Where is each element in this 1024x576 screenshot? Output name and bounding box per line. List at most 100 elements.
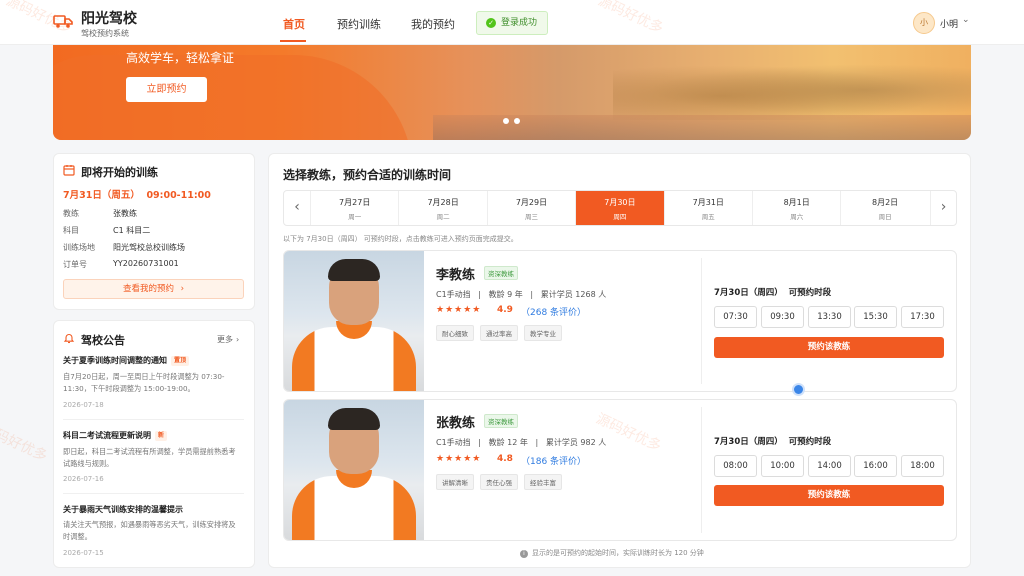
bell-icon — [63, 334, 75, 344]
coach-name[interactable]: 张教练 — [436, 412, 475, 431]
brand-title: 阳光驾校 — [81, 11, 137, 27]
value-order-no: YY20260731001 — [113, 259, 179, 268]
avatar[interactable]: 小 — [913, 12, 935, 34]
footer-note-text: 显示的是可预约的起始时间，实际训练时长为 120 分钟 — [532, 549, 704, 557]
info-icon: i — [520, 550, 528, 558]
announcement-title-text: 关于夏季训练时间调整的通知 — [63, 356, 167, 365]
more-link[interactable]: 更多 › — [217, 334, 239, 345]
time-slot[interactable]: 15:30 — [854, 306, 897, 328]
announcement-title-text: 科目二考试流程更新说明 — [63, 431, 151, 440]
chevron-right-icon[interactable]: › — [930, 191, 956, 225]
senior-coach-tag: 资深教练 — [484, 414, 518, 428]
divider — [63, 493, 244, 494]
coach-meta: C1手动挡 | 教龄 12 年 | 累计学员 982 人 — [436, 438, 607, 447]
date-option[interactable]: 7月27日 周一 — [310, 191, 398, 225]
coach-tag-chip: 耐心细致 — [436, 325, 474, 341]
label-order-no: 订单号 — [63, 260, 87, 269]
toast-text: 登录成功 — [501, 18, 538, 28]
view-my-bookings-button[interactable]: 查看我的预约 › — [63, 279, 244, 299]
announcement-body: 请关注天气预报，如遇暴雨等恶劣天气，训练安排将及时调整。 — [63, 520, 236, 541]
new-badge: 新 — [155, 431, 168, 441]
time-slot[interactable]: 08:00 — [714, 455, 757, 477]
time-slot[interactable]: 07:30 — [714, 306, 757, 328]
label-subject: 科目 — [63, 226, 79, 235]
pinned-badge: 置顶 — [171, 356, 190, 366]
nav-home[interactable]: 首页 — [283, 16, 305, 32]
upcoming-datetime: 7月31日（周五） 09:00-11:00 — [63, 190, 211, 201]
brand-subtitle: 驾校预约系统 — [81, 29, 129, 38]
time-slot[interactable]: 18:00 — [901, 455, 944, 477]
truck-logo-icon — [53, 15, 73, 28]
time-slot[interactable]: 16:00 — [854, 455, 897, 477]
value-coach: 张教练 — [113, 209, 137, 218]
book-coach-button[interactable]: 预约该教练 — [714, 485, 944, 506]
banner-trees-image — [613, 60, 971, 120]
value-venue: 阳光驾校总校训练场 — [113, 243, 185, 252]
date-selector: ‹ 7月27日 周一 7月28日 周二 7月29日 周三 7月30日 周四 7月31日周… — [283, 190, 957, 226]
date-option-selected[interactable]: 7月30日 周四 — [575, 191, 664, 225]
chevron-down-icon[interactable]: ⌄ — [962, 15, 970, 25]
date-option[interactable]: 8月2日 周日 — [840, 191, 928, 225]
star-rating-icon: ★★★★★ — [436, 454, 482, 464]
carousel-dot-1[interactable] — [503, 118, 509, 124]
star-rating-icon: ★★★★★ — [436, 305, 482, 315]
chevron-right-icon: › — [180, 284, 185, 294]
senior-coach-tag: 资深教练 — [484, 266, 518, 280]
time-slot[interactable]: 14:00 — [808, 455, 851, 477]
chevron-right-icon: › — [236, 335, 240, 344]
announcement-title[interactable]: 关于夏季训练时间调整的通知 置顶 — [63, 355, 190, 366]
slot-title: 7月30日（周四） 可预约时段 — [714, 288, 832, 298]
book-now-button[interactable]: 立即预约 — [126, 77, 207, 102]
time-slot[interactable]: 09:30 — [761, 306, 804, 328]
reviews-link[interactable]: （268 条评价） — [521, 305, 586, 318]
coach-tag-chip: 经验丰富 — [524, 474, 562, 490]
rating-score: 4.9 — [497, 305, 513, 315]
time-slot[interactable]: 17:30 — [901, 306, 944, 328]
coach-tag-chip: 讲解清晰 — [436, 474, 474, 490]
announcement-body: 自7月20日起，周一至周日上午时段调整为 07:30-11:30，下午时段调整为… — [63, 372, 225, 393]
value-subject: C1 科目二 — [113, 226, 151, 235]
divider — [701, 258, 702, 384]
date-option[interactable]: 8月1日 周六 — [752, 191, 840, 225]
announcement-body: 即日起，科目二考试流程有所调整，学员需提前熟悉考试路线与规则。 — [63, 447, 236, 468]
coach-photo — [284, 400, 424, 540]
book-coach-button[interactable]: 预约该教练 — [714, 337, 944, 358]
announcement-title[interactable]: 关于暴雨天气训练安排的温馨提示 — [63, 504, 183, 515]
username[interactable]: 小明 — [940, 17, 958, 30]
coach-meta: C1手动挡 | 教龄 9 年 | 累计学员 1268 人 — [436, 290, 607, 299]
view-my-bookings-label: 查看我的预约 — [122, 284, 174, 294]
coach-tag-chip: 教学专业 — [524, 325, 562, 341]
announcements-title: 驾校公告 — [81, 334, 125, 347]
date-option[interactable]: 7月31日 周五 — [663, 191, 752, 225]
more-label: 更多 — [217, 335, 233, 344]
booking-title: 选择教练，预约合适的训练时间 — [283, 168, 452, 182]
label-coach: 教练 — [63, 209, 79, 218]
label-venue: 训练场地 — [63, 243, 95, 252]
chevron-left-icon[interactable]: ‹ — [284, 191, 310, 225]
carousel-dot-2[interactable] — [514, 118, 520, 124]
time-slot[interactable]: 13:30 — [808, 306, 851, 328]
divider — [63, 419, 244, 420]
time-slot[interactable]: 10:00 — [761, 455, 804, 477]
date-option[interactable]: 7月29日 周三 — [486, 191, 575, 225]
upcoming-title: 即将开始的训练 — [81, 166, 158, 179]
coach-name[interactable]: 李教练 — [436, 264, 475, 283]
top-navbar: 阳光驾校 驾校预约系统 首页 预约训练 我的预约 ✓ 登录成功 小 小明 ⌄ — [0, 0, 1024, 45]
reviews-link[interactable]: （186 条评价） — [521, 454, 586, 467]
banner-slogan: 高效学车，轻松拿证 — [126, 51, 235, 65]
login-success-toast: ✓ 登录成功 — [476, 11, 548, 35]
date-option[interactable]: 7月28日 周二 — [398, 191, 486, 225]
announcement-date: 2026-07-16 — [63, 475, 104, 483]
cursor-indicator — [792, 383, 805, 396]
nav-booking[interactable]: 预约训练 — [337, 16, 381, 32]
announcement-date: 2026-07-18 — [63, 401, 104, 409]
slot-title: 7月30日（周四） 可预约时段 — [714, 437, 832, 447]
coach-tag-chip: 通过率高 — [480, 325, 518, 341]
announcement-date: 2026-07-15 — [63, 549, 104, 557]
divider — [701, 407, 702, 533]
coach-photo — [284, 251, 424, 391]
watermark: 源码好优多 — [0, 420, 50, 465]
nav-my-bookings[interactable]: 我的预约 — [411, 16, 455, 32]
announcement-title[interactable]: 科目二考试流程更新说明新 — [63, 430, 168, 441]
nav-active-underline — [280, 40, 306, 42]
